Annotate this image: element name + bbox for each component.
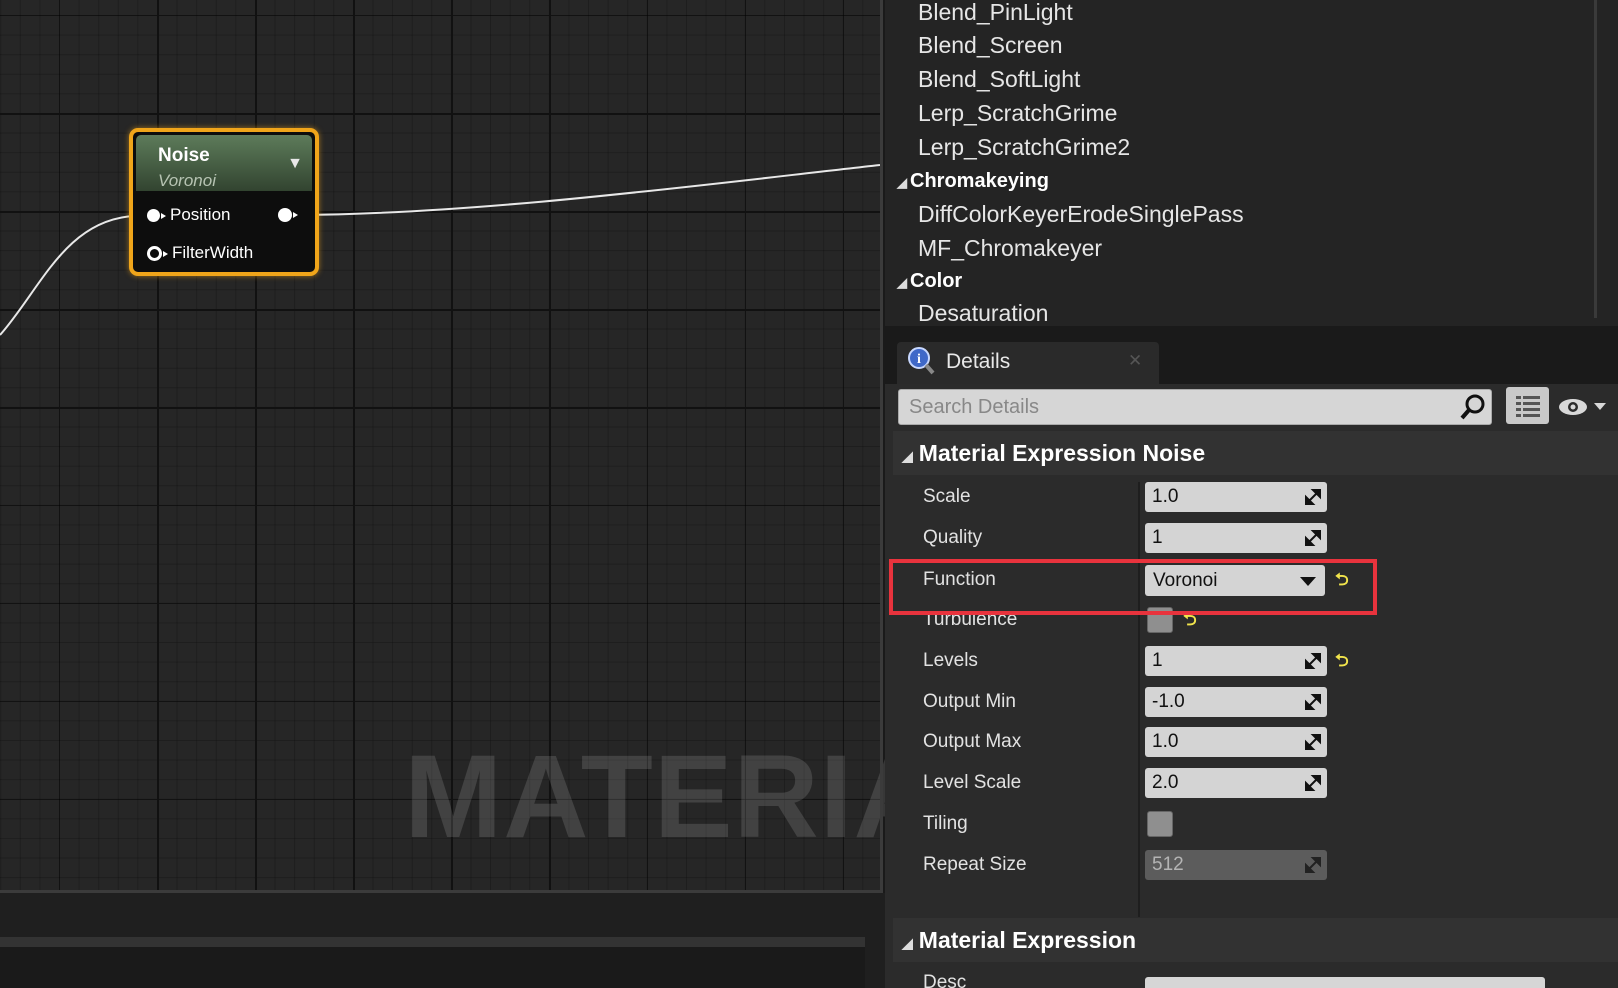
- section-material-expression[interactable]: ◢ Material Expression: [893, 918, 1618, 962]
- output-min-input[interactable]: -1.0: [1145, 687, 1327, 717]
- expand-triangle-icon[interactable]: ◢: [897, 175, 907, 190]
- property-quality: Quality 1: [893, 519, 1618, 559]
- palette-bottom-border: [885, 326, 1618, 330]
- section-title: Material Expression Noise: [918, 440, 1206, 466]
- search-details-box[interactable]: [898, 389, 1492, 425]
- property-label: Output Min: [923, 691, 1016, 712]
- palette-item[interactable]: Blend_Screen: [918, 32, 1063, 59]
- palette-item[interactable]: DiffColorKeyerErodeSinglePass: [918, 201, 1244, 228]
- property-label: Desc: [923, 972, 967, 988]
- output-min-value: -1.0: [1152, 691, 1185, 712]
- spin-drag-icon[interactable]: [1304, 693, 1322, 711]
- property-label: Output Max: [923, 731, 1022, 752]
- output-pin-icon[interactable]: [278, 208, 298, 222]
- property-label: Levels: [923, 650, 978, 671]
- palette-category-chromakeying[interactable]: ◢ Chromakeying: [897, 170, 1049, 193]
- palette-category-label: Chromakeying: [910, 170, 1049, 192]
- spin-drag-icon[interactable]: [1304, 652, 1322, 670]
- property-label: Level Scale: [923, 772, 1022, 793]
- details-info-icon: i: [906, 346, 936, 376]
- level-scale-input[interactable]: 2.0: [1145, 768, 1327, 798]
- palette-item[interactable]: Desaturation: [918, 300, 1048, 327]
- desc-input[interactable]: [1145, 977, 1545, 988]
- section-title: Material Expression: [918, 927, 1137, 953]
- palette-category-label: Color: [910, 270, 963, 292]
- property-label: Tiling: [923, 813, 968, 834]
- expand-triangle-icon[interactable]: ◢: [897, 275, 907, 290]
- property-label: Quality: [923, 527, 983, 548]
- pin-row-position: Position: [147, 204, 230, 226]
- magnifier-info-icon: i: [908, 347, 935, 375]
- wire-to-position: [0, 215, 135, 336]
- spin-drag-icon[interactable]: [1304, 774, 1322, 792]
- property-output-min: Output Min -1.0: [893, 683, 1618, 723]
- node-header[interactable]: Noise Voronoi ▼: [136, 135, 312, 191]
- level-scale-value: 2.0: [1152, 772, 1179, 793]
- wire-from-output: [297, 164, 880, 216]
- repeat-size-input: 512: [1145, 850, 1327, 880]
- collapse-arrow-icon[interactable]: ▼: [287, 155, 303, 173]
- highlight-box: [889, 559, 1377, 615]
- graph-right-border: [880, 0, 883, 893]
- pin-row-filterwidth: FilterWidth: [147, 242, 253, 264]
- quality-value: 1: [1152, 527, 1163, 548]
- property-levels: Levels 1 ⮌: [893, 642, 1618, 682]
- property-label: Scale: [923, 486, 971, 507]
- spin-drag-icon[interactable]: [1304, 488, 1322, 506]
- property-output-max: Output Max 1.0: [893, 723, 1618, 763]
- palette-item[interactable]: Lerp_ScratchGrime2: [918, 134, 1130, 161]
- scale-input[interactable]: 1.0: [1145, 482, 1327, 512]
- levels-input[interactable]: 1: [1145, 646, 1327, 676]
- grid-view-icon: [1515, 395, 1540, 417]
- output-max-input[interactable]: 1.0: [1145, 727, 1327, 757]
- close-tab-icon[interactable]: ✕: [1128, 351, 1142, 371]
- palette-item[interactable]: Blend_SoftLight: [918, 66, 1080, 93]
- details-tab-label: Details: [946, 350, 1011, 373]
- property-matrix-button[interactable]: [1506, 387, 1549, 424]
- property-repeat-size: Repeat Size 512: [893, 846, 1618, 886]
- levels-value: 1: [1152, 650, 1163, 671]
- spin-drag-icon[interactable]: [1304, 733, 1322, 751]
- svg-text:i: i: [917, 352, 921, 367]
- property-label: Repeat Size: [923, 854, 1027, 875]
- output-max-value: 1.0: [1152, 731, 1179, 752]
- collapse-triangle-icon[interactable]: ◢: [902, 448, 913, 464]
- quality-input[interactable]: 1: [1145, 523, 1327, 553]
- node-title: Noise: [158, 145, 210, 166]
- scale-value: 1.0: [1152, 486, 1179, 507]
- bottom-panel: [0, 947, 865, 988]
- property-tiling: Tiling: [893, 805, 1618, 845]
- palette-item[interactable]: MF_Chromakeyer: [918, 235, 1102, 262]
- palette-category-color[interactable]: ◢ Color: [897, 270, 962, 293]
- property-level-scale: Level Scale 2.0: [893, 764, 1618, 804]
- noise-node[interactable]: Noise Voronoi ▼ Position FilterWidth: [129, 128, 319, 276]
- bottom-strip-divider: [0, 937, 865, 947]
- pin-label-position: Position: [170, 205, 231, 224]
- node-subtitle: Voronoi: [158, 171, 216, 190]
- palette-item[interactable]: Lerp_ScratchGrime: [918, 100, 1117, 127]
- repeat-size-value: 512: [1152, 854, 1184, 875]
- spin-drag-icon[interactable]: [1304, 529, 1322, 547]
- spin-drag-icon: [1305, 857, 1321, 873]
- reset-to-default-icon[interactable]: ⮌: [1335, 648, 1349, 677]
- input-pin-connected-icon[interactable]: [147, 208, 166, 222]
- tiling-checkbox[interactable]: [1147, 811, 1173, 837]
- search-icon[interactable]: [1459, 393, 1487, 421]
- collapse-triangle-icon[interactable]: ◢: [902, 935, 913, 951]
- pin-label-filterwidth: FilterWidth: [172, 243, 254, 262]
- palette-item[interactable]: Blend_PinLight: [918, 0, 1073, 26]
- palette-scrollbar[interactable]: [1594, 0, 1597, 318]
- view-options-eye-icon[interactable]: [1556, 394, 1616, 420]
- property-scale: Scale 1.0: [893, 478, 1618, 518]
- section-material-expression-noise[interactable]: ◢ Material Expression Noise: [893, 431, 1618, 475]
- tab-details[interactable]: [897, 342, 1159, 384]
- input-pin-empty-icon[interactable]: [147, 245, 168, 261]
- search-input[interactable]: [907, 392, 1451, 422]
